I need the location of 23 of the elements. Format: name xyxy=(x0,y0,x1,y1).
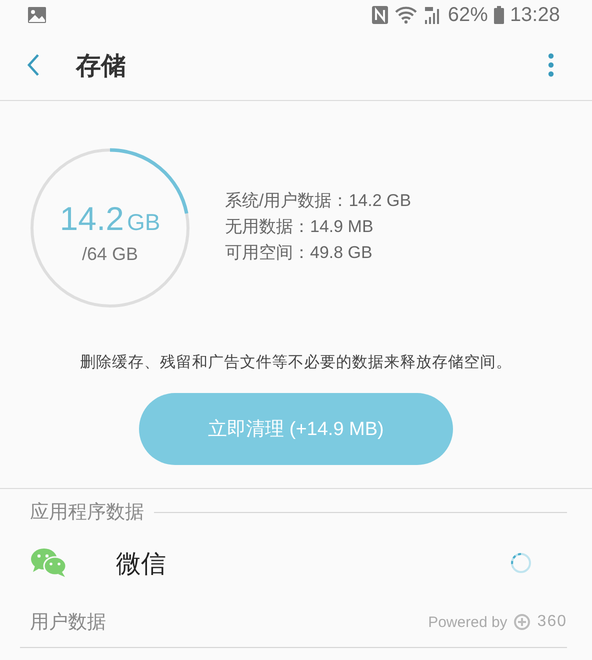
brand-logo-icon xyxy=(513,613,532,631)
app-name: 微信 xyxy=(116,548,166,580)
used-unit: GB xyxy=(127,208,160,236)
battery-icon xyxy=(492,5,505,25)
brand-name: 360 xyxy=(537,613,567,631)
app-row[interactable]: 微信 xyxy=(0,527,592,599)
nfc-icon xyxy=(370,5,389,25)
section-header: 用户数据 xyxy=(30,611,106,635)
description-text: 删除缓存、残留和广告文件等不必要的数据来释放存储空间。 xyxy=(79,353,513,373)
chat-bubbles-icon xyxy=(30,548,68,578)
storage-detail: 系统/用户数据：14.2 GB xyxy=(225,190,412,212)
storage-detail: 可用空间：49.8 GB xyxy=(225,242,374,264)
wifi-icon xyxy=(394,5,418,25)
storage-detail: 无用数据：14.9 MB xyxy=(225,216,374,238)
battery-percent: 62% xyxy=(448,4,488,26)
more-options-button[interactable] xyxy=(546,51,556,79)
section-header: 应用程序数据 xyxy=(30,501,144,525)
page-title: 存储 xyxy=(76,50,126,82)
powered-by-text: Powered by xyxy=(428,614,508,630)
clock: 13:28 xyxy=(510,4,560,26)
used-amount: 14.2 xyxy=(60,200,124,238)
image-icon xyxy=(27,6,47,24)
total-capacity: /64 GB xyxy=(82,244,138,264)
